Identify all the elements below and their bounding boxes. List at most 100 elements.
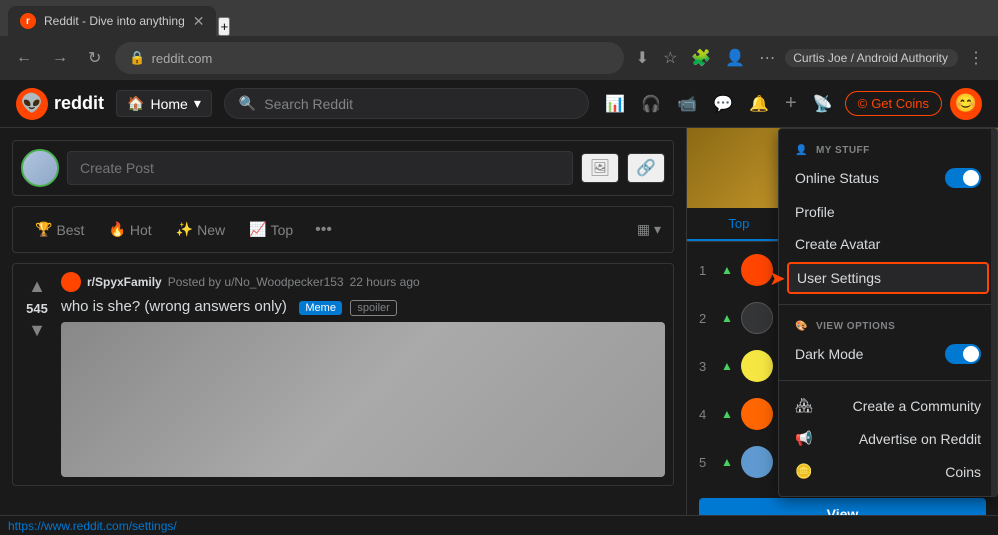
sort-top-label: Top bbox=[271, 222, 294, 238]
sort-best-label: Best bbox=[56, 222, 84, 238]
profile-item[interactable]: Profile bbox=[779, 196, 997, 228]
address-text: reddit.com bbox=[152, 51, 213, 66]
subreddit-icon-3 bbox=[741, 350, 773, 382]
browser-tab[interactable]: r Reddit - Dive into anything ✕ bbox=[8, 6, 216, 36]
new-tab-button[interactable]: + bbox=[218, 17, 230, 36]
subreddit-name[interactable]: r/SpyxFamily bbox=[87, 275, 162, 289]
headphone-icon[interactable]: 🎧 bbox=[637, 90, 665, 118]
sort-new-icon: ✨ bbox=[176, 221, 193, 238]
scrollbar[interactable] bbox=[991, 129, 997, 496]
view-toggle-button[interactable]: ▦ ▾ bbox=[637, 221, 661, 238]
advertise-item[interactable]: 📢 Advertise on Reddit bbox=[779, 422, 997, 455]
chevron-down-icon: ▾ bbox=[194, 95, 201, 112]
header-icons: 📊 🎧 📹 💬 🔔 + 📡 © Get Coins 😊 bbox=[601, 88, 982, 120]
create-post-bar: 🖼 🔗 bbox=[12, 140, 674, 196]
post-bar-icons: 🖼 🔗 bbox=[581, 153, 665, 183]
browser-toolbar: ← → ↻ 🔒 reddit.com ⬇ ☆ 🧩 👤 ⋯ Curtis Joe … bbox=[0, 36, 998, 80]
create-post-input[interactable] bbox=[67, 151, 573, 185]
user-settings-item[interactable]: User Settings ➤ bbox=[787, 262, 989, 294]
post-meta: r/SpyxFamily Posted by u/No_Woodpecker15… bbox=[61, 272, 665, 292]
subreddit-icon bbox=[61, 272, 81, 292]
more-button[interactable]: ⋮ bbox=[964, 44, 988, 72]
create-avatar-item[interactable]: Create Avatar bbox=[779, 228, 997, 260]
dark-mode-toggle[interactable] bbox=[945, 344, 981, 364]
chart-icon[interactable]: 📊 bbox=[601, 90, 629, 118]
vote-column: ▲ 545 ▼ bbox=[21, 272, 53, 477]
search-bar[interactable]: 🔍 Search Reddit bbox=[224, 88, 590, 119]
post-image bbox=[61, 322, 665, 477]
reddit-header: 👽 reddit 🏠 Home ▾ 🔍 Search Reddit 📊 🎧 📹 … bbox=[0, 80, 998, 128]
reddit-app: 👽 reddit 🏠 Home ▾ 🔍 Search Reddit 📊 🎧 📹 … bbox=[0, 80, 998, 515]
bookmark-button[interactable]: ☆ bbox=[659, 44, 681, 72]
get-coins-button[interactable]: © Get Coins bbox=[845, 91, 942, 116]
advertise-label: Advertise on Reddit bbox=[859, 431, 981, 447]
close-tab-button[interactable]: ✕ bbox=[193, 13, 205, 30]
image-upload-button[interactable]: 🖼 bbox=[581, 153, 619, 183]
user-avatar-button[interactable]: 😊 bbox=[950, 88, 982, 120]
broadcast-icon[interactable]: 📡 bbox=[809, 90, 837, 118]
dropdown-menu: 👤 My Stuff Online Status Profile Create … bbox=[778, 128, 998, 497]
rank-arrow-5: ▲ bbox=[721, 455, 733, 469]
profile-badge[interactable]: Curtis Joe / Android Authority bbox=[785, 49, 958, 67]
sort-top-button[interactable]: 📈 Top bbox=[239, 215, 303, 244]
link-button[interactable]: 🔗 bbox=[627, 153, 665, 183]
coins-icon: © bbox=[858, 96, 868, 111]
sort-hot-button[interactable]: 🔥 Hot bbox=[98, 215, 161, 244]
view-more-button[interactable]: View bbox=[699, 498, 986, 515]
dark-mode-item[interactable]: Dark Mode bbox=[779, 336, 997, 372]
browser-tab-bar: r Reddit - Dive into anything ✕ + bbox=[0, 0, 998, 36]
meme-tag[interactable]: Meme bbox=[299, 301, 342, 315]
create-community-label: Create a Community bbox=[853, 398, 981, 414]
rank-arrow-4: ▲ bbox=[721, 407, 733, 421]
chat-icon[interactable]: 💬 bbox=[709, 90, 737, 118]
vote-count: 545 bbox=[26, 301, 48, 316]
rank-num-1: 1 bbox=[699, 263, 713, 278]
toolbar-right: ⬇ ☆ 🧩 👤 ⋯ Curtis Joe / Android Authority… bbox=[632, 44, 988, 72]
plus-icon[interactable]: + bbox=[781, 88, 801, 119]
reddit-favicon: r bbox=[20, 13, 36, 29]
back-button[interactable]: ← bbox=[10, 45, 38, 71]
rank-arrow-2: ▲ bbox=[721, 311, 733, 325]
grid-button[interactable]: ⋯ bbox=[755, 44, 779, 72]
post-time: 22 hours ago bbox=[350, 275, 420, 289]
sort-hot-label: Hot bbox=[130, 222, 152, 238]
sort-new-button[interactable]: ✨ New bbox=[166, 215, 235, 244]
megaphone-icon: 📢 bbox=[795, 430, 812, 447]
forward-button[interactable]: → bbox=[46, 45, 74, 71]
coins-item[interactable]: 🪙 Coins bbox=[779, 455, 997, 488]
bell-icon[interactable]: 🔔 bbox=[745, 90, 773, 118]
reddit-alien-icon: 👽 bbox=[21, 93, 43, 114]
sort-bar: 🏆 Best 🔥 Hot ✨ New 📈 Top ••• ▦ ▾ bbox=[12, 206, 674, 253]
view-options-label: View Options bbox=[816, 321, 895, 332]
reddit-logo[interactable]: 👽 reddit bbox=[16, 88, 104, 120]
create-avatar-label: Create Avatar bbox=[795, 236, 880, 252]
create-community-item[interactable]: 🏘 Create a Community bbox=[779, 389, 997, 422]
spoiler-tag[interactable]: spoiler bbox=[350, 300, 396, 316]
online-status-toggle[interactable] bbox=[945, 168, 981, 188]
search-placeholder: Search Reddit bbox=[264, 96, 353, 112]
home-label: Home bbox=[150, 96, 187, 112]
user-circle-icon: 👤 bbox=[795, 145, 808, 156]
downvote-button[interactable]: ▼ bbox=[28, 320, 46, 341]
sidebar-tab-top[interactable]: Top bbox=[687, 208, 791, 241]
home-dropdown-button[interactable]: 🏠 Home ▾ bbox=[116, 90, 212, 117]
rank-num-2: 2 bbox=[699, 311, 713, 326]
video-icon[interactable]: 📹 bbox=[673, 90, 701, 118]
extension-icon[interactable]: 🧩 bbox=[687, 44, 715, 72]
address-bar[interactable]: 🔒 reddit.com bbox=[115, 42, 623, 74]
profile-icon-chrome[interactable]: 👤 bbox=[721, 44, 749, 72]
refresh-button[interactable]: ↻ bbox=[82, 44, 107, 72]
coin-icon: 🪙 bbox=[795, 463, 812, 480]
post-card: ▲ 545 ▼ r/SpyxFamily Posted by u/No_Wood… bbox=[12, 263, 674, 486]
sort-more-button[interactable]: ••• bbox=[307, 217, 340, 243]
dropdown-view-options-header: 🎨 View Options bbox=[779, 313, 997, 336]
online-status-item[interactable]: Online Status bbox=[779, 160, 997, 196]
rank-num-3: 3 bbox=[699, 359, 713, 374]
download-button[interactable]: ⬇ bbox=[632, 44, 653, 72]
subreddit-icon-5 bbox=[741, 446, 773, 478]
sort-best-button[interactable]: 🏆 Best bbox=[25, 215, 94, 244]
coins-label: Coins bbox=[945, 464, 981, 480]
online-status-label: Online Status bbox=[795, 170, 879, 186]
dropdown-view-options-section: 🎨 View Options Dark Mode bbox=[779, 305, 997, 381]
upvote-button[interactable]: ▲ bbox=[28, 276, 46, 297]
